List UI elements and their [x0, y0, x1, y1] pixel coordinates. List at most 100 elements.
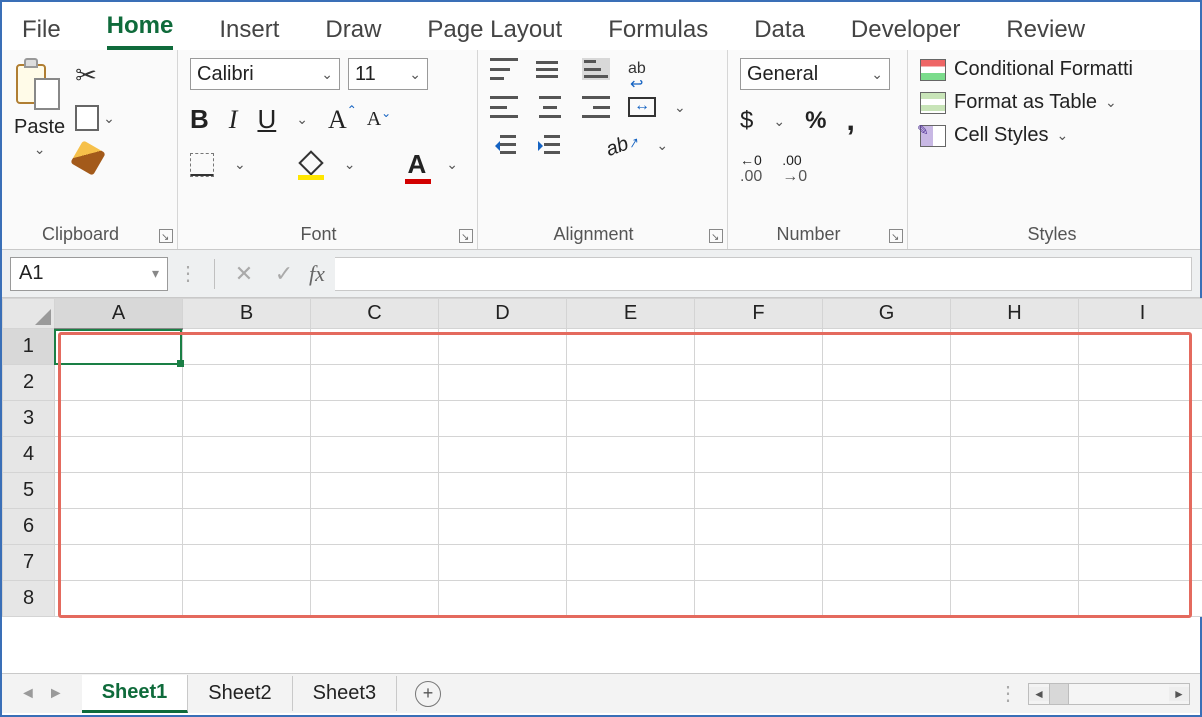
row-header-4[interactable]: 4	[3, 437, 55, 473]
sheet-tab-2[interactable]: Sheet2	[188, 676, 292, 711]
col-header-A[interactable]: A	[55, 299, 183, 329]
format-painter-icon[interactable]	[70, 140, 106, 176]
paste-button[interactable]: Paste	[14, 116, 65, 139]
row-header-7[interactable]: 7	[3, 545, 55, 581]
col-header-D[interactable]: D	[439, 299, 567, 329]
shrink-font-button[interactable]: A⌄	[367, 108, 381, 131]
paste-icon[interactable]	[16, 58, 64, 114]
formula-bar: A1 ▾ ⋮ ✕ ✓ fx	[2, 250, 1200, 298]
decrease-indent-button[interactable]	[490, 135, 516, 157]
row-header-3[interactable]: 3	[3, 401, 55, 437]
italic-button[interactable]: I	[229, 105, 238, 135]
col-header-C[interactable]: C	[311, 299, 439, 329]
name-box[interactable]: A1 ▾	[10, 257, 168, 291]
paste-dropdown[interactable]: ⌄	[34, 141, 46, 158]
row-header-8[interactable]: 8	[3, 581, 55, 617]
clipboard-dialog-launcher[interactable]	[159, 229, 173, 243]
number-dialog-launcher[interactable]	[889, 229, 903, 243]
group-styles: Conditional Formatti Format as Table ⌄ C…	[908, 50, 1200, 249]
tab-page-layout[interactable]: Page Layout	[427, 8, 562, 50]
tab-draw[interactable]: Draw	[325, 8, 381, 50]
tab-developer[interactable]: Developer	[851, 8, 960, 50]
grow-font-button[interactable]: A⌃	[328, 105, 347, 135]
underline-button[interactable]: U	[257, 104, 276, 135]
select-all-corner[interactable]	[3, 299, 55, 329]
col-header-H[interactable]: H	[951, 299, 1079, 329]
sheetbar-options[interactable]: ⋮	[998, 681, 1018, 706]
tab-file[interactable]: File	[22, 8, 61, 50]
currency-dropdown[interactable]: ⌄	[773, 113, 785, 130]
underline-dropdown[interactable]: ⌄	[296, 111, 308, 128]
wrap-text-button[interactable]	[628, 60, 646, 78]
cancel-formula-button[interactable]: ✕	[229, 261, 259, 287]
ribbon-tabs: File Home Insert Draw Page Layout Formul…	[2, 2, 1200, 50]
increase-indent-button[interactable]	[534, 135, 560, 157]
tab-review[interactable]: Review	[1006, 8, 1085, 50]
col-header-B[interactable]: B	[183, 299, 311, 329]
alignment-dialog-launcher[interactable]	[709, 229, 723, 243]
decrease-decimal-button[interactable]	[782, 152, 807, 186]
currency-button[interactable]: $	[740, 107, 753, 135]
scroll-right-button[interactable]: ►	[1169, 687, 1189, 701]
enter-formula-button[interactable]: ✓	[269, 261, 299, 287]
insert-function-button[interactable]: fx	[309, 261, 325, 287]
row-header-2[interactable]: 2	[3, 365, 55, 401]
align-top-button[interactable]	[490, 58, 518, 80]
group-label-number: Number	[728, 224, 889, 245]
align-center-button[interactable]	[536, 96, 564, 118]
font-dialog-launcher[interactable]	[459, 229, 473, 243]
copy-dropdown[interactable]: ⌄	[103, 110, 115, 127]
merge-button[interactable]	[628, 97, 656, 117]
format-as-table-button[interactable]: Format as Table ⌄	[920, 91, 1188, 114]
font-color-button[interactable]: A	[407, 149, 426, 180]
sheet-nav-prev[interactable]: ◄	[20, 685, 36, 703]
tab-home[interactable]: Home	[107, 4, 174, 50]
fill-color-dropdown[interactable]: ⌄	[344, 156, 356, 173]
grid[interactable]: A B C D E F G H I 1 2 3 4 5 6 7 8	[2, 298, 1202, 617]
sheet-tab-3[interactable]: Sheet3	[293, 676, 397, 711]
number-format-combo[interactable]: General⌄	[740, 58, 890, 90]
scroll-left-button[interactable]: ◄	[1029, 687, 1049, 701]
font-name-combo[interactable]: Calibri⌄	[190, 58, 340, 90]
copy-icon[interactable]	[75, 105, 99, 131]
font-size-value: 11	[355, 63, 376, 86]
formula-input[interactable]	[335, 257, 1192, 291]
row-header-6[interactable]: 6	[3, 509, 55, 545]
horizontal-scrollbar[interactable]: ◄ ►	[1028, 683, 1190, 705]
align-middle-button[interactable]	[536, 58, 564, 80]
scroll-thumb[interactable]	[1049, 684, 1069, 704]
align-left-button[interactable]	[490, 96, 518, 118]
align-bottom-button[interactable]	[582, 58, 610, 80]
group-number: General⌄ $ ⌄ % , Number	[728, 50, 908, 249]
format-as-table-icon	[920, 92, 946, 114]
cell-styles-button[interactable]: Cell Styles ⌄	[920, 124, 1188, 147]
tab-data[interactable]: Data	[754, 8, 805, 50]
fill-color-button[interactable]	[298, 154, 324, 176]
sheet-tab-1[interactable]: Sheet1	[82, 675, 189, 713]
col-header-F[interactable]: F	[695, 299, 823, 329]
conditional-formatting-button[interactable]: Conditional Formatti	[920, 58, 1188, 81]
formula-bar-options[interactable]: ⋮	[178, 261, 200, 286]
tab-formulas[interactable]: Formulas	[608, 8, 708, 50]
merge-dropdown[interactable]: ⌄	[674, 99, 686, 116]
col-header-I[interactable]: I	[1079, 299, 1202, 329]
row-header-5[interactable]: 5	[3, 473, 55, 509]
tab-insert[interactable]: Insert	[219, 8, 279, 50]
bold-button[interactable]: B	[190, 104, 209, 135]
orientation-button[interactable]: ab	[603, 129, 641, 162]
borders-dropdown[interactable]: ⌄	[234, 156, 246, 173]
increase-decimal-button[interactable]	[740, 152, 762, 186]
new-sheet-button[interactable]: +	[415, 681, 441, 707]
font-size-combo[interactable]: 11⌄	[348, 58, 428, 90]
col-header-E[interactable]: E	[567, 299, 695, 329]
borders-button[interactable]	[190, 153, 214, 177]
col-header-G[interactable]: G	[823, 299, 951, 329]
row-header-1[interactable]: 1	[3, 329, 55, 365]
percent-button[interactable]: %	[805, 107, 826, 135]
sheet-nav-next[interactable]: ►	[48, 685, 64, 703]
comma-style-button[interactable]: ,	[846, 104, 854, 138]
align-right-button[interactable]	[582, 96, 610, 118]
font-color-dropdown[interactable]: ⌄	[446, 156, 458, 173]
cut-icon[interactable]: ✂	[75, 60, 97, 91]
orientation-dropdown[interactable]: ⌄	[656, 137, 668, 154]
